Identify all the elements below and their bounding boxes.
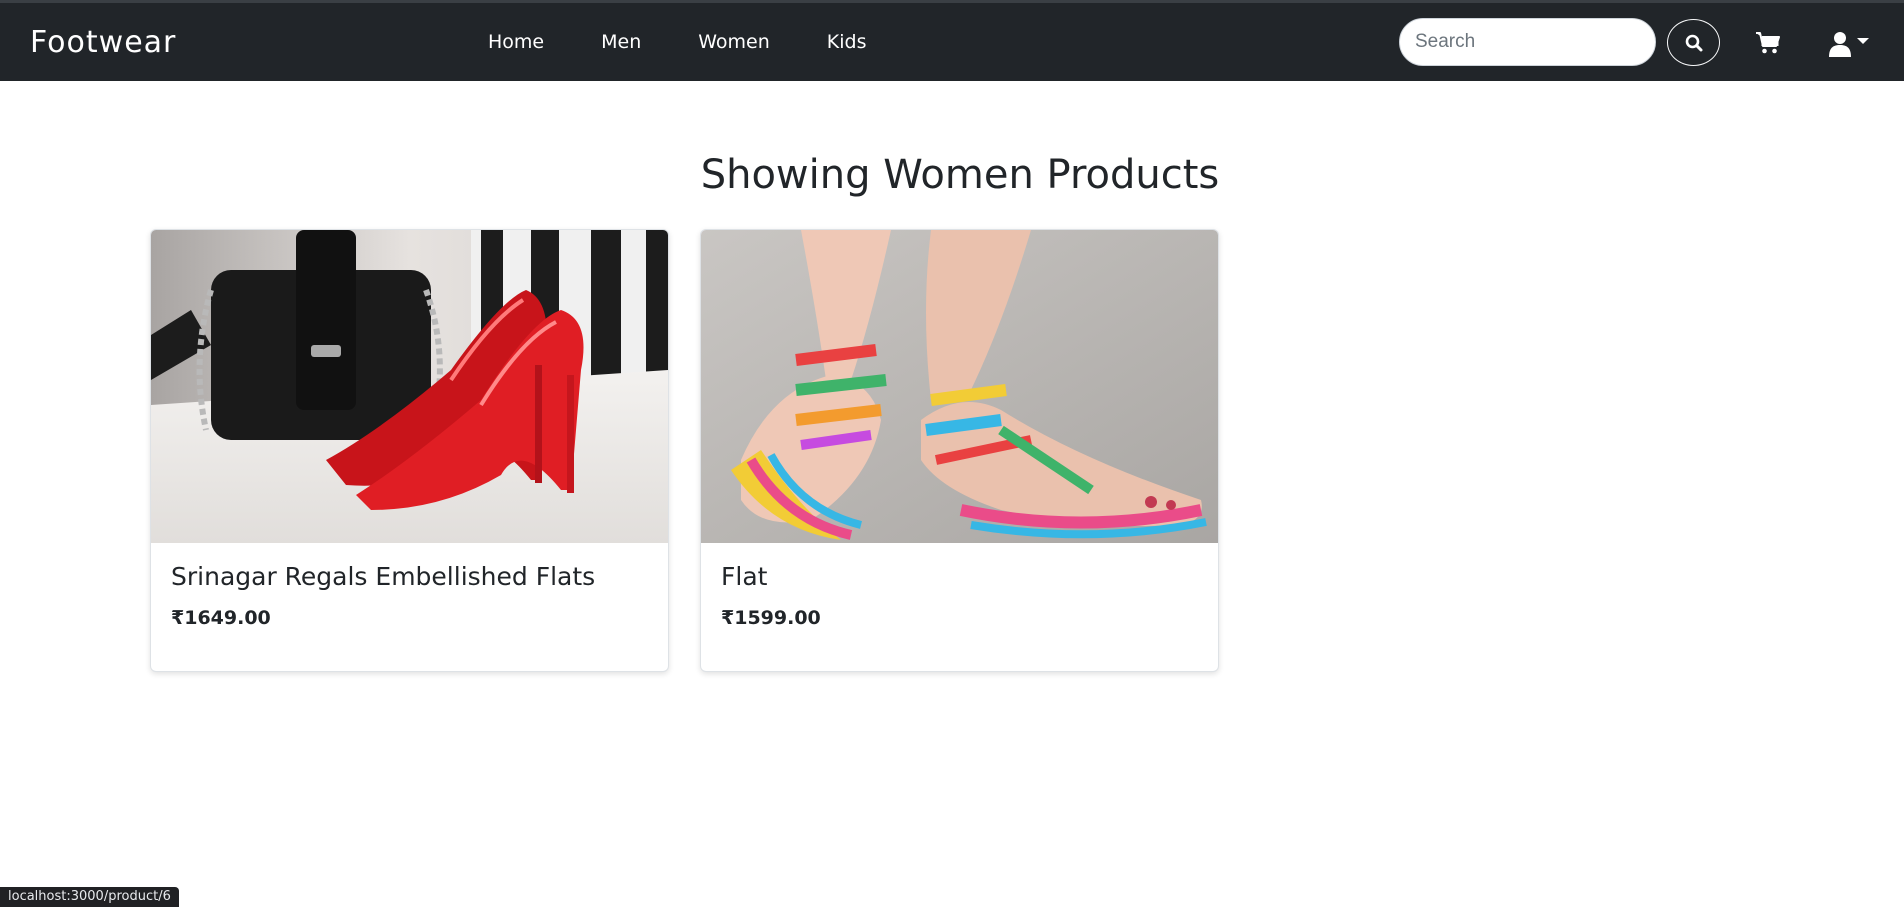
product-name[interactable]: Flat [721, 562, 767, 591]
user-menu-button[interactable] [1828, 29, 1876, 59]
nav-home-link[interactable]: Home [488, 31, 544, 53]
search-button[interactable] [1667, 19, 1720, 66]
product-image-sandals[interactable] [701, 230, 1218, 543]
brand-logo[interactable]: Footwear [30, 25, 176, 60]
search-input[interactable] [1399, 18, 1656, 66]
browser-status-url: localhost:3000/product/6 [0, 887, 179, 907]
cart-icon [1756, 32, 1780, 54]
caret-down-icon [1857, 38, 1869, 44]
nav-men-link[interactable]: Men [601, 31, 641, 53]
nav-links: Home Men Women Kids [488, 3, 923, 81]
product-card[interactable]: Flat ₹1599.00 [700, 229, 1219, 672]
product-name[interactable]: Srinagar Regals Embellished Flats [171, 562, 595, 591]
cart-button[interactable] [1752, 29, 1784, 57]
product-card[interactable]: Srinagar Regals Embellished Flats ₹1649.… [150, 229, 669, 672]
product-image-heels[interactable] [151, 230, 668, 543]
navbar: Footwear Home Men Women Kids [0, 0, 1904, 81]
nav-kids-link[interactable]: Kids [827, 31, 867, 53]
nav-women-link[interactable]: Women [698, 31, 770, 53]
product-price: ₹1649.00 [171, 607, 271, 629]
product-price: ₹1599.00 [721, 607, 821, 629]
page-title: Showing Women Products [700, 152, 1220, 198]
search-icon [1685, 34, 1702, 51]
user-icon [1829, 32, 1851, 57]
